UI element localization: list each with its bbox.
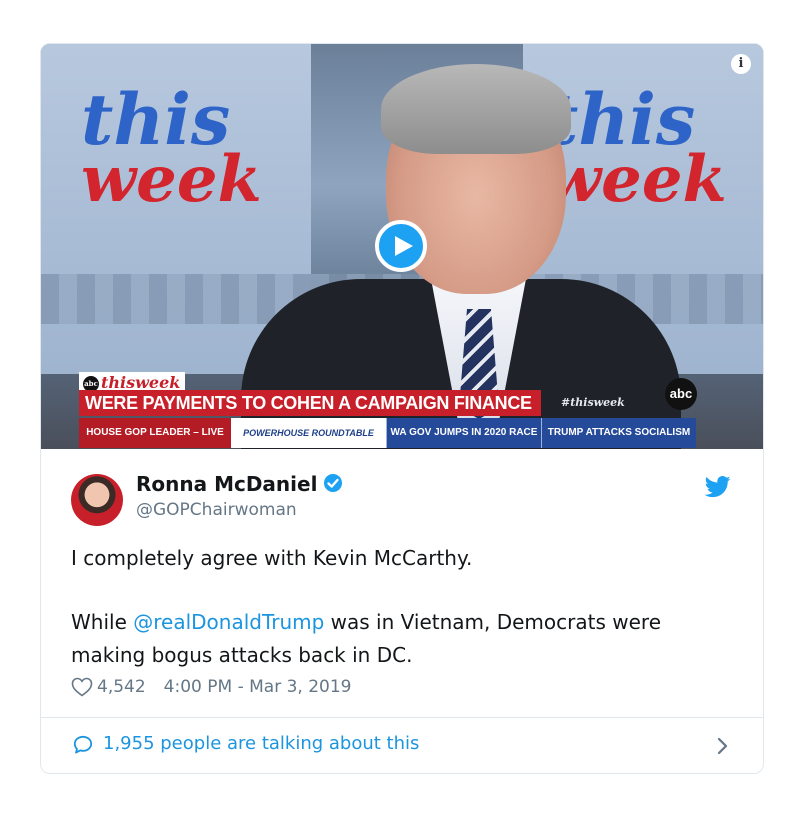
mention-link[interactable]: @realDonaldTrump xyxy=(133,610,324,634)
tweet-text-segment: While xyxy=(71,610,134,634)
ticker-item: TRUMP ATTACKS SOCIALISM xyxy=(541,418,696,448)
conversation-count-text: 1,955 people are talking about this xyxy=(103,733,420,754)
heart-icon[interactable] xyxy=(71,677,93,697)
news-ticker: HOUSE GOP LEADER – LIVE POWERHOUSE ROUND… xyxy=(79,418,696,448)
lower-third-headline: WERE PAYMENTS TO COHEN A CAMPAIGN FINANC… xyxy=(79,390,541,439)
speaker-hair xyxy=(381,64,571,154)
background-show-logo-left: this week xyxy=(81,78,262,217)
speech-bubble-icon xyxy=(73,735,93,754)
tweet-timestamp[interactable]: 4:00 PM - Mar 3, 2019 xyxy=(164,677,352,697)
video-player[interactable]: this week this week i abc thisweek WERE P… xyxy=(41,44,763,449)
abc-network-logo: abc xyxy=(665,378,697,410)
author-name[interactable]: Ronna McDaniel xyxy=(136,472,343,496)
play-button[interactable] xyxy=(375,220,427,272)
verified-badge-icon xyxy=(324,474,343,492)
ticker-item: HOUSE GOP LEADER – LIVE xyxy=(79,418,231,448)
tweet-text-paragraph: While @realDonaldTrump was in Vietnam, D… xyxy=(71,606,731,672)
tweet-text-paragraph: I completely agree with Kevin McCarthy. xyxy=(71,546,473,570)
tweet-meta: 4,542 4:00 PM - Mar 3, 2019 xyxy=(71,677,351,697)
ticker-item: POWERHOUSE ROUNDTABLE xyxy=(231,418,386,448)
lower-third-hashtag: #thisweek xyxy=(561,396,625,409)
author-handle[interactable]: @GOPChairwoman xyxy=(136,500,297,520)
info-icon[interactable]: i xyxy=(731,54,751,74)
twitter-bird-icon[interactable] xyxy=(705,476,731,498)
conversation-link[interactable]: 1,955 people are talking about this xyxy=(41,718,763,773)
ticker-item: WA GOV JUMPS IN 2020 RACE xyxy=(386,418,541,448)
author-name-text: Ronna McDaniel xyxy=(136,472,318,496)
show-brand-bug: abc thisweek xyxy=(79,372,186,392)
chevron-right-icon xyxy=(717,737,728,755)
avatar[interactable] xyxy=(71,474,123,526)
tweet-card: this week this week i abc thisweek WERE P… xyxy=(40,43,764,774)
like-count[interactable]: 4,542 xyxy=(97,677,146,697)
play-icon xyxy=(395,236,413,256)
